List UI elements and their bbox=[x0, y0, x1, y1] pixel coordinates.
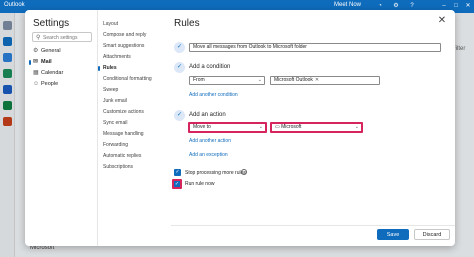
close-icon[interactable]: ✕ bbox=[437, 16, 447, 26]
settings-title: Settings bbox=[33, 18, 70, 29]
category-calendar[interactable]: ▦ Calendar bbox=[32, 68, 94, 79]
category-label: People bbox=[41, 81, 59, 87]
rule-name-input[interactable]: Move all messages from Outlook to Micros… bbox=[189, 43, 441, 52]
mail-item-conditional-formatting[interactable]: Conditional formatting bbox=[101, 74, 161, 85]
add-condition-link[interactable]: Add another condition bbox=[189, 92, 238, 98]
recipient-tag: Microsoft Outlook bbox=[274, 77, 313, 83]
category-people[interactable]: ☺ People bbox=[32, 79, 94, 90]
people-icon: ☺ bbox=[33, 81, 40, 87]
close-window-icon[interactable]: ✕ bbox=[464, 2, 472, 10]
minimize-icon[interactable]: – bbox=[440, 2, 448, 10]
folder-value: Microsoft bbox=[281, 124, 302, 130]
settings-icon[interactable]: ⚙ bbox=[392, 2, 400, 10]
chevron-down-icon: ⌄ bbox=[354, 124, 359, 130]
stop-processing-label: Stop processing more rules bbox=[185, 170, 246, 176]
mail-item-attachments[interactable]: Attachments bbox=[101, 52, 161, 63]
mail-item-automatic-replies[interactable]: Automatic replies bbox=[101, 151, 161, 162]
footer-divider bbox=[171, 225, 455, 226]
mail-item-junk-email[interactable]: Junk email bbox=[101, 96, 161, 107]
mail-item-layout[interactable]: Layout bbox=[101, 19, 161, 30]
app-brand: Outlook bbox=[4, 2, 25, 8]
action-label: Add an action bbox=[189, 112, 226, 118]
save-button[interactable]: Save bbox=[377, 229, 409, 240]
info-icon[interactable]: i bbox=[241, 169, 247, 175]
check-icon: ✓ bbox=[174, 110, 185, 121]
notification-icon[interactable]: ◔ bbox=[376, 2, 384, 10]
category-mail[interactable]: ✉ Mail bbox=[29, 57, 94, 68]
category-label: Mail bbox=[41, 59, 52, 65]
meet-now-button[interactable]: Meet Now bbox=[334, 2, 361, 8]
search-settings-input[interactable] bbox=[43, 34, 91, 41]
mail-item-compose-and-reply[interactable]: Compose and reply bbox=[101, 30, 161, 41]
rules-title: Rules bbox=[174, 18, 200, 29]
chevron-down-icon: ⌄ bbox=[258, 124, 263, 130]
settings-dialog: Settings ⚲ ⚙ General ✉ Mail ▦ Calendar ☺… bbox=[25, 10, 455, 246]
folder-select[interactable]: ▭ Microsoft ⌄ bbox=[270, 122, 363, 133]
condition-value: From bbox=[193, 77, 205, 83]
gear-icon: ⚙ bbox=[33, 48, 39, 54]
discard-button[interactable]: Discard bbox=[414, 229, 450, 240]
mail-item-rules[interactable]: Rules bbox=[98, 63, 161, 74]
search-icon: ⚲ bbox=[36, 35, 41, 41]
check-icon: ✓ bbox=[174, 62, 185, 73]
stop-processing-checkbox[interactable]: ✓ bbox=[174, 169, 181, 176]
maximize-icon[interactable]: □ bbox=[452, 2, 460, 10]
add-exception-link[interactable]: Add an exception bbox=[189, 152, 228, 158]
mail-item-message-handling[interactable]: Message handling bbox=[101, 129, 161, 140]
column-divider bbox=[97, 10, 98, 246]
mail-item-customize-actions[interactable]: Customize actions bbox=[101, 107, 161, 118]
search-settings-box[interactable]: ⚲ bbox=[32, 32, 92, 42]
mail-item-sync-email[interactable]: Sync email bbox=[101, 118, 161, 129]
condition-select[interactable]: From ⌄ bbox=[189, 76, 265, 85]
calendar-icon: ▦ bbox=[33, 70, 39, 76]
help-icon[interactable]: ? bbox=[408, 2, 416, 10]
mail-icon: ✉ bbox=[33, 59, 39, 65]
mail-item-forwarding[interactable]: Forwarding bbox=[101, 140, 161, 151]
check-icon: ✓ bbox=[174, 42, 185, 53]
condition-label: Add a condition bbox=[189, 64, 231, 70]
mail-item-subscriptions[interactable]: Subscriptions bbox=[101, 162, 161, 173]
settings-categories: ⚙ General ✉ Mail ▦ Calendar ☺ People bbox=[29, 46, 94, 90]
category-general[interactable]: ⚙ General bbox=[32, 46, 94, 57]
folder-icon: ▭ bbox=[275, 124, 280, 130]
remove-tag-icon[interactable]: ✕ bbox=[315, 77, 319, 83]
mail-settings-list: Layout Compose and reply Smart suggestio… bbox=[98, 19, 161, 173]
action-value: Move to bbox=[193, 124, 211, 130]
run-rule-now-label: Run rule now bbox=[185, 181, 215, 187]
condition-value-input[interactable]: Microsoft Outlook ✕ bbox=[270, 76, 380, 85]
category-label: Calendar bbox=[41, 70, 64, 76]
mail-item-sweep[interactable]: Sweep bbox=[101, 85, 161, 96]
chevron-down-icon: ⌄ bbox=[257, 77, 262, 83]
run-rule-now-checkbox[interactable]: ✓ bbox=[172, 179, 182, 189]
action-select[interactable]: Move to ⌄ bbox=[188, 122, 267, 133]
add-action-link[interactable]: Add another action bbox=[189, 138, 231, 144]
mail-item-smart-suggestions[interactable]: Smart suggestions bbox=[101, 41, 161, 52]
category-label: General bbox=[41, 48, 61, 54]
